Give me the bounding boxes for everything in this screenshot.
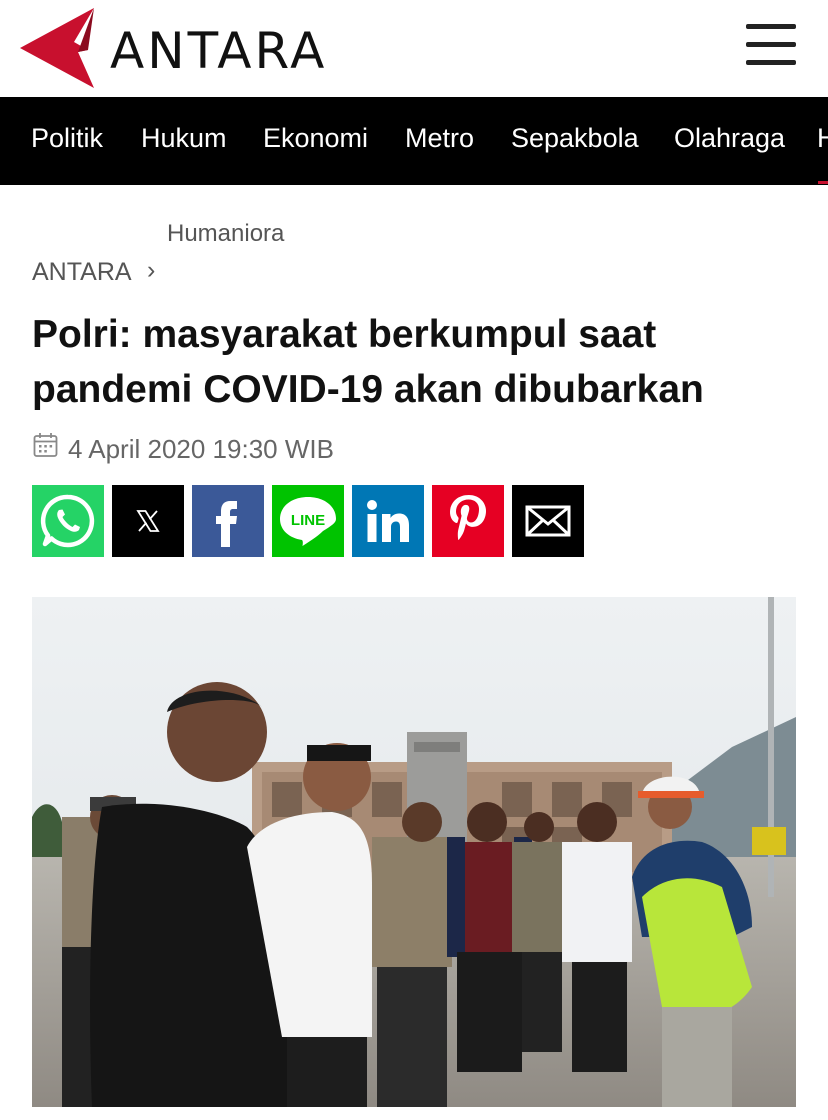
article-photo-illustration [32,597,796,1107]
antara-logo-icon [20,8,94,88]
category-nav: Politik Hukum Ekonomi Metro Sepakbola Ol… [0,97,828,185]
nav-item-overflow[interactable]: H [817,123,828,154]
breadcrumb-category[interactable]: Humaniora [167,220,284,248]
share-facebook-button[interactable] [192,485,264,557]
line-icon: LINE [280,497,336,546]
breadcrumb-separator: › [147,256,156,284]
calendar-icon [33,433,58,457]
pinterest-icon [450,495,486,540]
article-date: 4 April 2020 19:30 WIB [68,434,334,464]
nav-item-olahraga[interactable]: Olahraga [674,123,785,154]
share-line-button[interactable]: LINE [272,485,344,557]
nav-item-politik[interactable]: Politik [31,123,103,154]
linkedin-icon [367,500,409,542]
breadcrumb-home[interactable]: ANTARA [32,258,132,287]
share-whatsapp-button[interactable] [32,485,104,557]
share-x-button[interactable] [112,485,184,557]
antara-logo[interactable]: ANTARA [16,6,361,90]
facebook-icon [216,501,237,547]
nav-active-indicator [818,181,828,184]
article-title: Polri: masyarakat berkumpul saat pandemi… [32,307,802,417]
share-email-button[interactable] [512,485,584,557]
share-linkedin-button[interactable] [352,485,424,557]
brand-name: ANTARA [110,22,328,80]
site-header: ANTARA [0,0,828,97]
nav-item-hukum[interactable]: Hukum [141,123,227,154]
nav-item-sepakbola[interactable]: Sepakbola [511,123,639,154]
x-icon [136,510,160,532]
article-title-line2: pandemi COVID-19 akan dibubarkan [32,368,704,411]
line-label: LINE [291,512,325,529]
article-photo[interactable] [32,597,796,1107]
hamburger-menu-icon[interactable] [746,22,798,68]
article-title-line1: Polri: masyarakat berkumpul saat [32,313,657,356]
share-pinterest-button[interactable] [432,485,504,557]
nav-item-ekonomi[interactable]: Ekonomi [263,123,368,154]
nav-item-metro[interactable]: Metro [405,123,474,154]
email-icon [525,505,571,537]
whatsapp-icon [40,494,95,548]
